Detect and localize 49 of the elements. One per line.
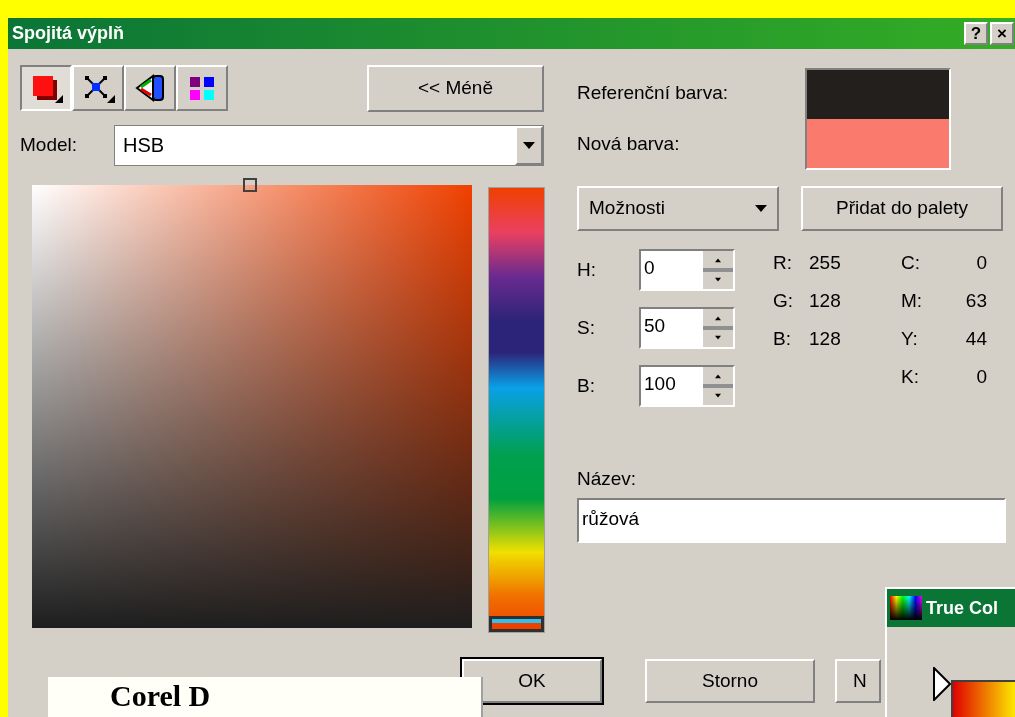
spin-field[interactable]: 0	[639, 249, 735, 291]
rgb-label: G:	[773, 289, 795, 313]
swatch-label: Nová barva:	[577, 132, 681, 157]
window-title: Spojitá výplň	[12, 22, 125, 45]
name-label: Název:	[577, 467, 638, 491]
title-bar-button[interactable]: ×	[990, 22, 1014, 45]
field-label: S:	[577, 315, 596, 340]
cmyk-value: 63	[965, 289, 987, 313]
spin-field[interactable]: 100	[639, 365, 735, 407]
spin-field[interactable]: 50	[639, 307, 735, 349]
dialog-button[interactable]: Storno	[645, 659, 815, 703]
rgb-value: 128	[809, 327, 841, 351]
model-dropdown[interactable]: HSB	[114, 125, 544, 166]
color-picker-handle[interactable]	[243, 178, 257, 192]
cmyk-label: C:	[901, 251, 920, 275]
field-label: H:	[577, 257, 597, 282]
rgb-value: 128	[809, 289, 841, 313]
tool-button[interactable]	[20, 65, 72, 111]
spin-arrows-icon[interactable]	[703, 309, 733, 347]
dropdown-arrow-icon	[755, 204, 767, 213]
spin-arrows-icon[interactable]	[703, 251, 733, 289]
title-bar-button[interactable]: ?	[964, 22, 988, 45]
dialog-button[interactable]: OK	[462, 659, 602, 703]
triangle-marker-icon	[933, 667, 951, 701]
hue-slider-handle[interactable]	[489, 616, 544, 632]
field-label: B:	[577, 373, 596, 398]
model-label: Model:	[20, 133, 79, 158]
cmyk-value: 44	[965, 327, 987, 351]
swatch-label: Referenční barva:	[577, 81, 730, 106]
options-dropdown[interactable]: Možnosti	[577, 186, 779, 231]
name-field[interactable]: růžová	[577, 497, 1006, 543]
rgb-value: 255	[809, 251, 841, 275]
spectrum-icon	[890, 596, 922, 620]
spin-arrows-icon[interactable]	[703, 367, 733, 405]
window-title: True Col	[926, 596, 998, 620]
cmyk-value: 0	[976, 251, 987, 275]
less-button[interactable]: << Méně	[367, 65, 544, 112]
dialog-button[interactable]: N	[835, 659, 881, 703]
color-fan-icon	[133, 73, 167, 103]
color-field[interactable]	[32, 185, 472, 628]
cmyk-label: Y:	[901, 327, 918, 351]
rgb-label: B:	[773, 327, 792, 351]
rgb-label: R:	[773, 251, 793, 275]
caption-text: Corel D	[110, 679, 211, 712]
hue-slider[interactable]	[488, 187, 545, 633]
cmyk-label: K:	[901, 365, 919, 389]
cmyk-label: M:	[901, 289, 923, 313]
add-to-palette-button[interactable]: Přidat do palety	[801, 186, 1003, 231]
cmyk-value: 0	[976, 365, 987, 389]
